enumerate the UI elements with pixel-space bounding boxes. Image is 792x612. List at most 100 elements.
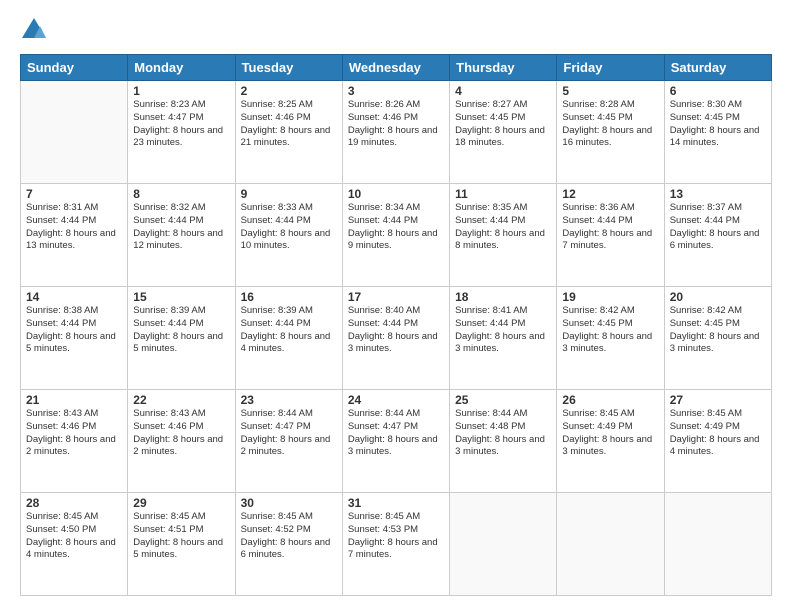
cell-date: 1 <box>133 84 229 98</box>
calendar-cell <box>21 81 128 184</box>
cell-date: 24 <box>348 393 444 407</box>
calendar-cell: 5Sunrise: 8:28 AMSunset: 4:45 PMDaylight… <box>557 81 664 184</box>
calendar-cell: 12Sunrise: 8:36 AMSunset: 4:44 PMDayligh… <box>557 184 664 287</box>
week-row-5: 28Sunrise: 8:45 AMSunset: 4:50 PMDayligh… <box>21 493 772 596</box>
cell-info: Sunrise: 8:40 AMSunset: 4:44 PMDaylight:… <box>348 305 444 356</box>
cell-info: Sunrise: 8:44 AMSunset: 4:47 PMDaylight:… <box>348 408 444 459</box>
cell-info: Sunrise: 8:30 AMSunset: 4:45 PMDaylight:… <box>670 99 766 150</box>
cell-info: Sunrise: 8:42 AMSunset: 4:45 PMDaylight:… <box>670 305 766 356</box>
calendar-cell: 3Sunrise: 8:26 AMSunset: 4:46 PMDaylight… <box>342 81 449 184</box>
weekday-header-monday: Monday <box>128 55 235 81</box>
calendar-cell: 28Sunrise: 8:45 AMSunset: 4:50 PMDayligh… <box>21 493 128 596</box>
cell-date: 11 <box>455 187 551 201</box>
weekday-header-friday: Friday <box>557 55 664 81</box>
calendar-cell: 10Sunrise: 8:34 AMSunset: 4:44 PMDayligh… <box>342 184 449 287</box>
calendar-cell <box>450 493 557 596</box>
calendar-cell: 26Sunrise: 8:45 AMSunset: 4:49 PMDayligh… <box>557 390 664 493</box>
cell-info: Sunrise: 8:43 AMSunset: 4:46 PMDaylight:… <box>26 408 122 459</box>
cell-date: 5 <box>562 84 658 98</box>
cell-date: 12 <box>562 187 658 201</box>
cell-date: 30 <box>241 496 337 510</box>
calendar-cell: 16Sunrise: 8:39 AMSunset: 4:44 PMDayligh… <box>235 287 342 390</box>
cell-date: 28 <box>26 496 122 510</box>
cell-info: Sunrise: 8:45 AMSunset: 4:52 PMDaylight:… <box>241 511 337 562</box>
cell-date: 10 <box>348 187 444 201</box>
cell-info: Sunrise: 8:33 AMSunset: 4:44 PMDaylight:… <box>241 202 337 253</box>
cell-info: Sunrise: 8:27 AMSunset: 4:45 PMDaylight:… <box>455 99 551 150</box>
calendar-cell: 13Sunrise: 8:37 AMSunset: 4:44 PMDayligh… <box>664 184 771 287</box>
cell-date: 6 <box>670 84 766 98</box>
calendar-cell: 2Sunrise: 8:25 AMSunset: 4:46 PMDaylight… <box>235 81 342 184</box>
cell-date: 26 <box>562 393 658 407</box>
cell-date: 27 <box>670 393 766 407</box>
week-row-4: 21Sunrise: 8:43 AMSunset: 4:46 PMDayligh… <box>21 390 772 493</box>
cell-info: Sunrise: 8:45 AMSunset: 4:50 PMDaylight:… <box>26 511 122 562</box>
calendar-cell: 29Sunrise: 8:45 AMSunset: 4:51 PMDayligh… <box>128 493 235 596</box>
cell-date: 22 <box>133 393 229 407</box>
calendar-cell <box>557 493 664 596</box>
calendar-cell: 15Sunrise: 8:39 AMSunset: 4:44 PMDayligh… <box>128 287 235 390</box>
calendar-cell: 1Sunrise: 8:23 AMSunset: 4:47 PMDaylight… <box>128 81 235 184</box>
cell-date: 4 <box>455 84 551 98</box>
cell-info: Sunrise: 8:45 AMSunset: 4:51 PMDaylight:… <box>133 511 229 562</box>
cell-date: 20 <box>670 290 766 304</box>
header <box>20 16 772 44</box>
cell-date: 19 <box>562 290 658 304</box>
calendar-cell: 23Sunrise: 8:44 AMSunset: 4:47 PMDayligh… <box>235 390 342 493</box>
cell-date: 15 <box>133 290 229 304</box>
cell-info: Sunrise: 8:25 AMSunset: 4:46 PMDaylight:… <box>241 99 337 150</box>
calendar-cell: 6Sunrise: 8:30 AMSunset: 4:45 PMDaylight… <box>664 81 771 184</box>
cell-date: 23 <box>241 393 337 407</box>
cell-date: 31 <box>348 496 444 510</box>
calendar-cell: 31Sunrise: 8:45 AMSunset: 4:53 PMDayligh… <box>342 493 449 596</box>
cell-date: 8 <box>133 187 229 201</box>
calendar-cell: 19Sunrise: 8:42 AMSunset: 4:45 PMDayligh… <box>557 287 664 390</box>
calendar-cell: 24Sunrise: 8:44 AMSunset: 4:47 PMDayligh… <box>342 390 449 493</box>
cell-info: Sunrise: 8:31 AMSunset: 4:44 PMDaylight:… <box>26 202 122 253</box>
calendar-table: SundayMondayTuesdayWednesdayThursdayFrid… <box>20 54 772 596</box>
weekday-header-sunday: Sunday <box>21 55 128 81</box>
cell-date: 3 <box>348 84 444 98</box>
logo-icon <box>20 16 48 44</box>
cell-date: 2 <box>241 84 337 98</box>
cell-info: Sunrise: 8:35 AMSunset: 4:44 PMDaylight:… <box>455 202 551 253</box>
cell-info: Sunrise: 8:36 AMSunset: 4:44 PMDaylight:… <box>562 202 658 253</box>
calendar-cell: 30Sunrise: 8:45 AMSunset: 4:52 PMDayligh… <box>235 493 342 596</box>
calendar-cell: 4Sunrise: 8:27 AMSunset: 4:45 PMDaylight… <box>450 81 557 184</box>
cell-date: 14 <box>26 290 122 304</box>
weekday-header-row: SundayMondayTuesdayWednesdayThursdayFrid… <box>21 55 772 81</box>
cell-info: Sunrise: 8:45 AMSunset: 4:49 PMDaylight:… <box>562 408 658 459</box>
weekday-header-thursday: Thursday <box>450 55 557 81</box>
cell-info: Sunrise: 8:44 AMSunset: 4:48 PMDaylight:… <box>455 408 551 459</box>
week-row-3: 14Sunrise: 8:38 AMSunset: 4:44 PMDayligh… <box>21 287 772 390</box>
cell-date: 18 <box>455 290 551 304</box>
cell-date: 13 <box>670 187 766 201</box>
logo <box>20 16 52 44</box>
calendar-cell: 9Sunrise: 8:33 AMSunset: 4:44 PMDaylight… <box>235 184 342 287</box>
weekday-header-tuesday: Tuesday <box>235 55 342 81</box>
cell-date: 9 <box>241 187 337 201</box>
weekday-header-saturday: Saturday <box>664 55 771 81</box>
cell-date: 29 <box>133 496 229 510</box>
cell-info: Sunrise: 8:42 AMSunset: 4:45 PMDaylight:… <box>562 305 658 356</box>
cell-date: 21 <box>26 393 122 407</box>
calendar-cell: 25Sunrise: 8:44 AMSunset: 4:48 PMDayligh… <box>450 390 557 493</box>
calendar-cell: 7Sunrise: 8:31 AMSunset: 4:44 PMDaylight… <box>21 184 128 287</box>
cell-info: Sunrise: 8:45 AMSunset: 4:53 PMDaylight:… <box>348 511 444 562</box>
cell-info: Sunrise: 8:43 AMSunset: 4:46 PMDaylight:… <box>133 408 229 459</box>
calendar-cell: 27Sunrise: 8:45 AMSunset: 4:49 PMDayligh… <box>664 390 771 493</box>
cell-info: Sunrise: 8:28 AMSunset: 4:45 PMDaylight:… <box>562 99 658 150</box>
cell-info: Sunrise: 8:37 AMSunset: 4:44 PMDaylight:… <box>670 202 766 253</box>
calendar-cell <box>664 493 771 596</box>
cell-info: Sunrise: 8:34 AMSunset: 4:44 PMDaylight:… <box>348 202 444 253</box>
calendar-cell: 14Sunrise: 8:38 AMSunset: 4:44 PMDayligh… <box>21 287 128 390</box>
week-row-2: 7Sunrise: 8:31 AMSunset: 4:44 PMDaylight… <box>21 184 772 287</box>
cell-info: Sunrise: 8:38 AMSunset: 4:44 PMDaylight:… <box>26 305 122 356</box>
calendar-cell: 22Sunrise: 8:43 AMSunset: 4:46 PMDayligh… <box>128 390 235 493</box>
cell-date: 17 <box>348 290 444 304</box>
weekday-header-wednesday: Wednesday <box>342 55 449 81</box>
cell-info: Sunrise: 8:41 AMSunset: 4:44 PMDaylight:… <box>455 305 551 356</box>
calendar-cell: 18Sunrise: 8:41 AMSunset: 4:44 PMDayligh… <box>450 287 557 390</box>
calendar-cell: 8Sunrise: 8:32 AMSunset: 4:44 PMDaylight… <box>128 184 235 287</box>
cell-info: Sunrise: 8:39 AMSunset: 4:44 PMDaylight:… <box>133 305 229 356</box>
